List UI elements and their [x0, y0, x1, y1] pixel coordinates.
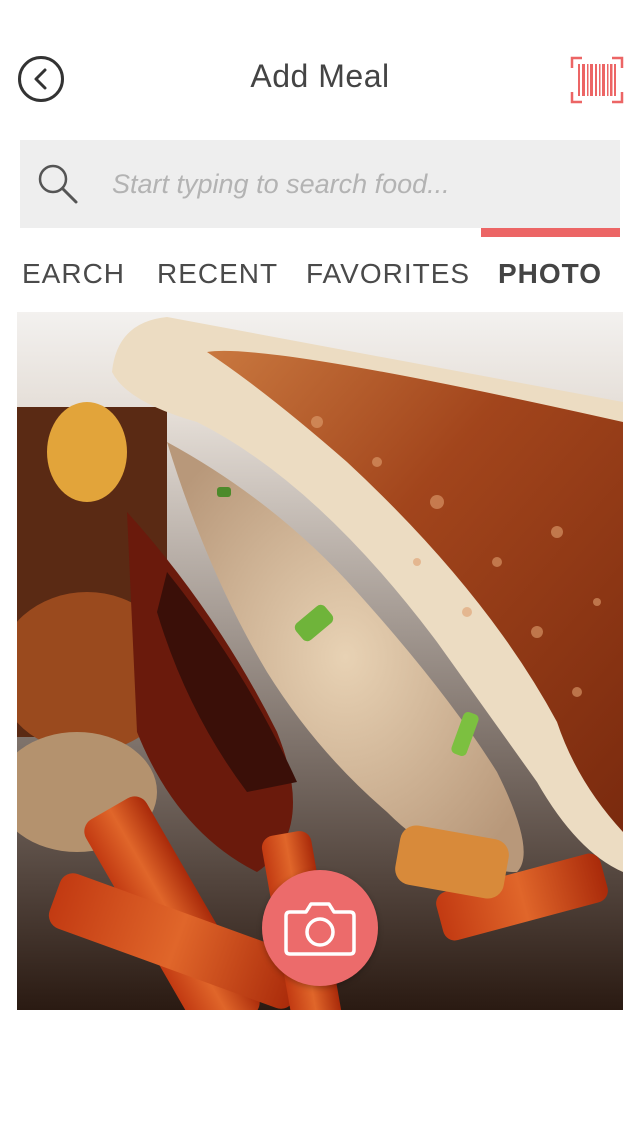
- tab-recent[interactable]: RECENT: [157, 258, 278, 290]
- active-tab-indicator: [481, 228, 620, 237]
- tab-search[interactable]: EARCH: [22, 258, 125, 290]
- barcode-scan-icon: [570, 56, 624, 104]
- page-title: Add Meal: [250, 58, 390, 94]
- barcode-scan-button[interactable]: [570, 56, 624, 104]
- search-input[interactable]: [112, 140, 612, 228]
- camera-icon: [284, 902, 356, 956]
- tab-bar: EARCH RECENT FAVORITES PHOTO: [0, 258, 640, 298]
- tab-photo[interactable]: PHOTO: [498, 258, 602, 290]
- camera-button[interactable]: [262, 870, 378, 986]
- tab-favorites[interactable]: FAVORITES: [306, 258, 470, 290]
- search-bar[interactable]: [20, 140, 620, 228]
- search-icon: [38, 164, 78, 204]
- header: Add Meal: [0, 0, 640, 140]
